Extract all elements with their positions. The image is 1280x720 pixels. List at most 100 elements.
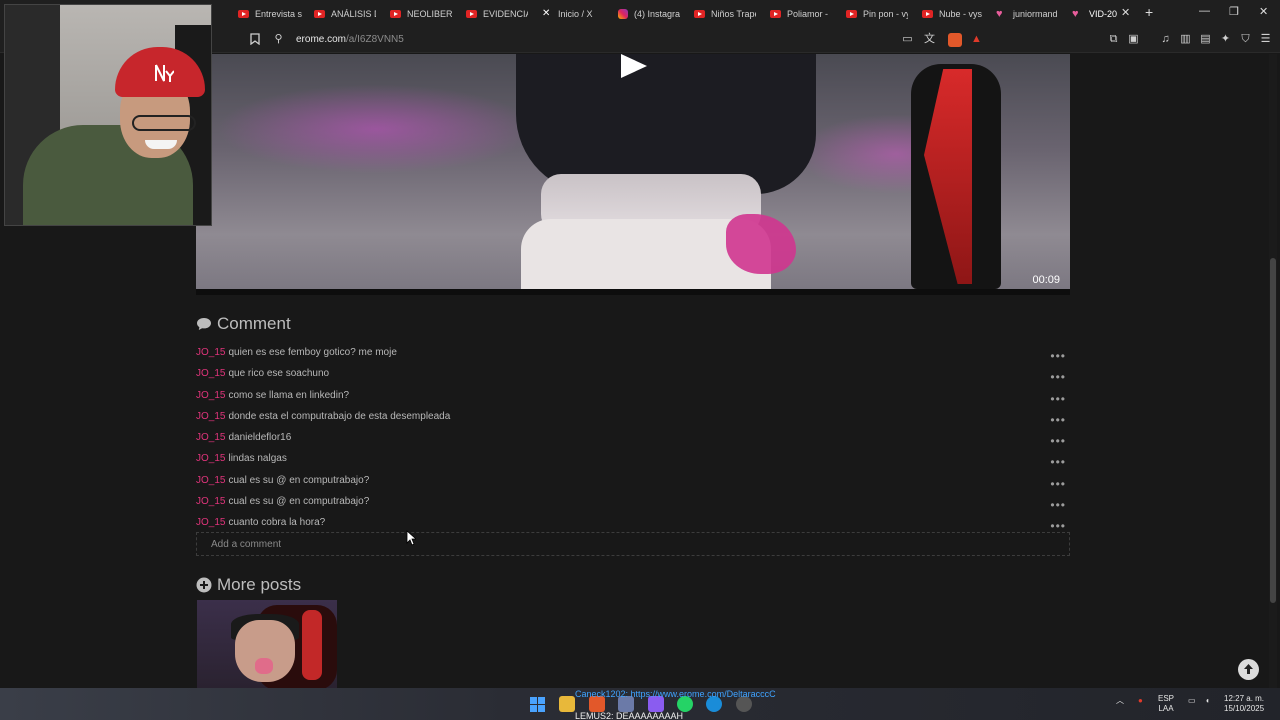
plus-circle-icon bbox=[196, 577, 212, 593]
close-tab-icon[interactable]: ✕ bbox=[1121, 6, 1130, 19]
more-options-icon[interactable]: ••• bbox=[1050, 498, 1066, 512]
site-settings-icon[interactable]: ⚲ bbox=[272, 33, 285, 46]
windows-start-icon[interactable] bbox=[530, 697, 545, 712]
comment-item: JO_15 donde esta el computrabajo de esta … bbox=[196, 410, 1070, 431]
x-icon: ✕ bbox=[542, 7, 551, 19]
url-field[interactable]: erome.com/a/I6Z8VNN5 bbox=[296, 34, 404, 45]
comment-username[interactable]: JO_15 bbox=[196, 496, 225, 507]
comment-item: JO_15 cual es su @ en computrabajo? ••• bbox=[196, 495, 1070, 516]
youtube-icon bbox=[694, 9, 705, 18]
webcam-detail bbox=[132, 115, 196, 131]
tab-label: juniormand bbox=[1013, 8, 1058, 19]
comment-username[interactable]: JO_15 bbox=[196, 475, 225, 486]
youtube-icon bbox=[314, 9, 325, 18]
comment-username[interactable]: JO_15 bbox=[196, 432, 225, 443]
sidebar-icon[interactable]: ▥ bbox=[1179, 33, 1192, 46]
tab-10[interactable]: ♥ juniormand bbox=[996, 4, 1060, 23]
clock[interactable]: 12:27 a. m. 15/10/2025 bbox=[1224, 694, 1264, 714]
video-player[interactable]: 00:09 bbox=[196, 54, 1070, 295]
more-options-icon[interactable]: ••• bbox=[1050, 413, 1066, 427]
volume-icon[interactable]: ◖ bbox=[1205, 696, 1210, 706]
comment-item: JO_15 quien es ese femboy gotico? me moje… bbox=[196, 346, 1070, 367]
clock-time: 12:27 a. m. bbox=[1224, 694, 1265, 703]
brave-rewards-icon[interactable]: ▲ bbox=[970, 33, 983, 46]
youtube-icon bbox=[466, 9, 477, 18]
comment-text: quien es ese femboy gotico? me moje bbox=[228, 347, 397, 358]
translate-icon[interactable]: 文 bbox=[923, 33, 936, 46]
tab-7[interactable]: Poliamor - bbox=[770, 4, 832, 23]
youtube-icon bbox=[390, 9, 401, 18]
media-icon[interactable]: ♫ bbox=[1159, 33, 1172, 46]
comment-username[interactable]: JO_15 bbox=[196, 453, 225, 464]
extensions-icon[interactable]: ⧉ bbox=[1107, 33, 1120, 46]
close-window-icon[interactable]: ✕ bbox=[1259, 5, 1268, 18]
file-explorer-icon[interactable] bbox=[559, 696, 575, 712]
youtube-icon bbox=[770, 9, 781, 18]
scrollbar-thumb[interactable] bbox=[1270, 258, 1276, 603]
play-icon[interactable] bbox=[621, 54, 647, 78]
tab-label: VID-20 bbox=[1089, 8, 1118, 19]
tray-chevron-icon[interactable]: ︿ bbox=[1116, 696, 1124, 706]
youtube-icon bbox=[922, 9, 933, 18]
comment-text: cual es su @ en computrabajo? bbox=[228, 474, 370, 486]
comment-username[interactable]: JO_15 bbox=[196, 390, 225, 401]
tab-label: ANÁLISIS D bbox=[331, 8, 376, 19]
language-indicator[interactable]: ESP LAA bbox=[1158, 694, 1174, 714]
more-options-icon[interactable]: ••• bbox=[1050, 392, 1066, 406]
tab-label: Inicio / X bbox=[558, 8, 593, 19]
comment-list: JO_15 quien es ese femboy gotico? me moje… bbox=[196, 346, 1070, 538]
comment-item: JO_15 danieldeflor16 ••• bbox=[196, 431, 1070, 452]
more-options-icon[interactable]: ••• bbox=[1050, 434, 1066, 448]
video-progress-bar[interactable] bbox=[196, 289, 1070, 295]
comment-username[interactable]: JO_15 bbox=[196, 411, 225, 422]
more-posts-title-text: More posts bbox=[217, 575, 302, 594]
more-options-icon[interactable]: ••• bbox=[1050, 455, 1066, 469]
tab-8[interactable]: Pin pon - vy bbox=[846, 4, 908, 23]
tab-active[interactable]: ♥ VID-20 bbox=[1072, 4, 1118, 23]
comment-username[interactable]: JO_15 bbox=[196, 347, 225, 358]
tab-2[interactable]: NEOLIBERA bbox=[390, 4, 452, 23]
comment-username[interactable]: JO_15 bbox=[196, 517, 225, 528]
more-options-icon[interactable]: ••• bbox=[1050, 349, 1066, 363]
new-tab-button[interactable]: + bbox=[1145, 4, 1153, 20]
leo-ai-icon[interactable]: ✦ bbox=[1219, 33, 1232, 46]
minimize-icon[interactable]: — bbox=[1199, 5, 1210, 17]
tab-1[interactable]: ANÁLISIS D bbox=[314, 4, 376, 23]
vpn-icon[interactable]: ⛉ bbox=[1239, 33, 1252, 46]
wallet-icon[interactable]: ▤ bbox=[1199, 33, 1212, 46]
tab-5[interactable]: (4) Instagran bbox=[618, 4, 680, 23]
add-comment-input[interactable]: Add a comment bbox=[196, 532, 1070, 556]
clock-date: 15/10/2025 bbox=[1224, 704, 1265, 713]
post-thumbnail[interactable] bbox=[197, 600, 337, 688]
screenshot-icon[interactable]: ▣ bbox=[1127, 33, 1140, 46]
comment-item: JO_15 que rico ese soachuno ••• bbox=[196, 367, 1070, 388]
restore-icon[interactable]: ❐ bbox=[1229, 5, 1239, 18]
comment-text: como se llama en linkedin? bbox=[228, 389, 350, 401]
menu-icon[interactable]: ☰ bbox=[1259, 33, 1272, 46]
more-options-icon[interactable]: ••• bbox=[1050, 477, 1066, 491]
video-frame-detail bbox=[726, 214, 796, 274]
comment-username[interactable]: JO_15 bbox=[196, 368, 225, 379]
tab-label: NEOLIBERA bbox=[407, 8, 452, 19]
tab-0[interactable]: Entrevista s bbox=[238, 4, 302, 23]
lang-top: ESP bbox=[1158, 694, 1175, 703]
comment-text: danieldeflor16 bbox=[228, 432, 292, 444]
brave-shields-icon[interactable] bbox=[948, 33, 962, 47]
arrow-up-icon bbox=[1244, 664, 1253, 674]
video-frame-detail bbox=[216, 84, 536, 174]
cast-icon[interactable]: ▭ bbox=[901, 33, 914, 46]
tab-label: Niños Trape bbox=[711, 8, 756, 19]
tab-3[interactable]: EVIDENCIAS bbox=[466, 4, 528, 23]
cap-logo bbox=[155, 64, 174, 82]
comment-text: que rico ese soachuno bbox=[228, 368, 330, 380]
bookmark-icon[interactable] bbox=[248, 33, 261, 46]
tab-9[interactable]: Nube - vys bbox=[922, 4, 984, 23]
webcam-overlay bbox=[4, 4, 212, 226]
thumbnail-detail bbox=[255, 658, 273, 674]
more-options-icon[interactable]: ••• bbox=[1050, 370, 1066, 384]
microphone-icon[interactable]: ● bbox=[1138, 696, 1143, 706]
tab-6[interactable]: Niños Trape bbox=[694, 4, 756, 23]
scroll-to-top-button[interactable] bbox=[1238, 659, 1259, 680]
tab-4[interactable]: ✕ Inicio / X bbox=[542, 4, 604, 23]
network-icon[interactable]: ▭ bbox=[1188, 696, 1196, 706]
